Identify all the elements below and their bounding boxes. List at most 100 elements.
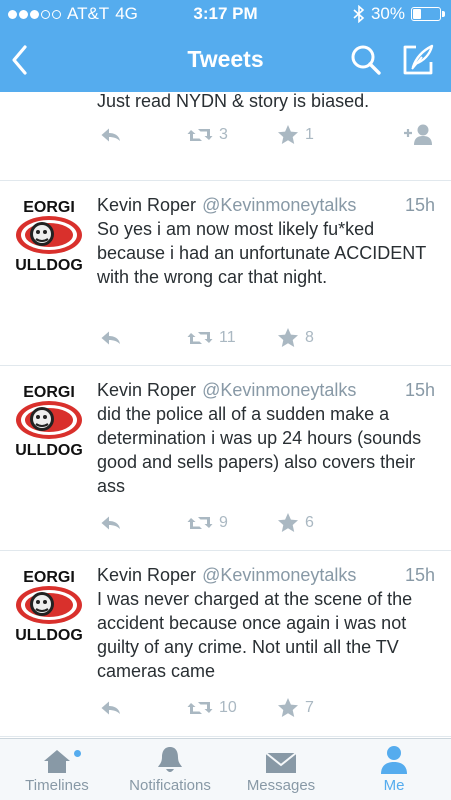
author-name[interactable]: Kevin Roper bbox=[97, 378, 196, 402]
avatar-bottom-text: ULLDOG bbox=[15, 257, 83, 273]
star-icon bbox=[278, 513, 298, 532]
tab-icon-wrap bbox=[380, 739, 408, 777]
retweet-icon bbox=[187, 332, 213, 344]
avatar[interactable]: EORGI ULLDOG bbox=[14, 382, 84, 459]
tweet-timestamp: 15h bbox=[404, 195, 435, 215]
favorite-count: 7 bbox=[305, 699, 314, 716]
retweet-button[interactable]: 9 bbox=[187, 510, 228, 536]
bulldog-logo-icon: EORGI ULLDOG bbox=[15, 199, 83, 274]
tab-me[interactable]: Me bbox=[358, 739, 430, 800]
reply-button[interactable] bbox=[100, 510, 122, 536]
bulldog-logo-icon: EORGI ULLDOG bbox=[15, 569, 83, 644]
tweet-actions: 3 1 bbox=[0, 118, 451, 154]
tweet-text: did the police all of a sudden make a de… bbox=[97, 404, 422, 496]
tab-timelines[interactable]: Timelines bbox=[12, 739, 102, 800]
battery-fill bbox=[413, 9, 421, 19]
reply-icon bbox=[101, 128, 120, 142]
reply-button[interactable] bbox=[100, 325, 122, 351]
author-name[interactable]: Kevin Roper bbox=[97, 193, 196, 217]
battery-icon bbox=[411, 7, 445, 21]
tweet-text: Just read NYDN & story is biased. bbox=[97, 92, 370, 111]
retweet-icon bbox=[187, 517, 213, 529]
star-icon bbox=[278, 125, 298, 144]
avatar[interactable]: EORGI ULLDOG bbox=[14, 197, 84, 274]
tab-label: Notifications bbox=[129, 777, 211, 794]
avatar-top-text: EORGI bbox=[23, 199, 75, 216]
follow-user-icon bbox=[404, 124, 432, 145]
status-right: 30% bbox=[353, 4, 445, 24]
author-handle[interactable]: @Kevinmoneytalks bbox=[202, 378, 356, 402]
favorite-button[interactable]: 8 bbox=[277, 325, 314, 351]
tweet-body: Kevin Roper @Kevinmoneytalks 15h did the… bbox=[97, 366, 435, 498]
tweet-body: Just read NYDN & story is biased. bbox=[97, 92, 369, 113]
tweet-feed[interactable]: Just read NYDN & story is biased. 3 1 EO… bbox=[0, 92, 451, 738]
retweet-button[interactable]: 10 bbox=[187, 695, 237, 721]
retweet-count: 11 bbox=[219, 329, 236, 346]
tweet-timestamp: 15h bbox=[404, 380, 435, 400]
tweet-item[interactable]: EORGI ULLDOG Kevin Roper @Kevinmoneytalk… bbox=[0, 181, 451, 366]
tweet-text: So yes i am now most likely fu*ked becau… bbox=[97, 219, 426, 287]
favorite-count: 8 bbox=[305, 329, 314, 346]
reply-icon bbox=[101, 331, 120, 345]
tweet-actions: 9 6 bbox=[0, 506, 451, 542]
retweet-icon bbox=[187, 129, 213, 141]
person-icon bbox=[381, 746, 407, 774]
tweet-actions: 10 7 bbox=[0, 691, 451, 727]
bluetooth-icon bbox=[353, 5, 365, 23]
reply-icon bbox=[101, 701, 120, 715]
reply-button[interactable] bbox=[100, 122, 122, 148]
author-handle[interactable]: @Kevinmoneytalks bbox=[202, 563, 356, 587]
unread-badge bbox=[74, 750, 81, 757]
tab-label: Me bbox=[383, 777, 405, 794]
tweet-body: Kevin Roper @Kevinmoneytalks 15h I was n… bbox=[97, 551, 435, 683]
tab-icon-wrap bbox=[156, 739, 184, 777]
favorite-button[interactable]: 1 bbox=[277, 122, 314, 148]
search-button[interactable] bbox=[348, 42, 384, 78]
tweet-timestamp: 15h bbox=[404, 565, 435, 585]
tweet-text: I was never charged at the scene of the … bbox=[97, 589, 413, 681]
tweet-item[interactable]: EORGI ULLDOG Kevin Roper @Kevinmoneytalk… bbox=[0, 551, 451, 737]
bell-icon bbox=[158, 747, 182, 772]
tab-label: Timelines bbox=[25, 777, 89, 794]
search-icon bbox=[351, 45, 381, 75]
tweet-item[interactable]: Just read NYDN & story is biased. 3 1 bbox=[0, 92, 451, 181]
favorite-count: 1 bbox=[305, 126, 314, 143]
retweet-count: 3 bbox=[219, 126, 228, 143]
tab-label: Messages bbox=[246, 777, 316, 794]
author-name[interactable]: Kevin Roper bbox=[97, 563, 196, 587]
tweet-body: Kevin Roper @Kevinmoneytalks 15h So yes … bbox=[97, 181, 435, 289]
tweet-actions: 11 8 bbox=[0, 321, 451, 357]
favorite-button[interactable]: 6 bbox=[277, 510, 314, 536]
battery-percent: 30% bbox=[370, 4, 405, 23]
tweet-header: Kevin Roper @Kevinmoneytalks 15h bbox=[97, 563, 435, 587]
avatar[interactable]: EORGI ULLDOG bbox=[14, 567, 84, 644]
compose-button[interactable] bbox=[400, 42, 436, 78]
tab-icon-wrap bbox=[42, 739, 72, 777]
status-bar: AT&T 4G 3:17 PM 30% bbox=[0, 0, 451, 30]
favorite-button[interactable]: 7 bbox=[277, 695, 314, 721]
tab-notifications[interactable]: Notifications bbox=[118, 739, 222, 800]
reply-button[interactable] bbox=[100, 695, 122, 721]
retweet-icon bbox=[187, 702, 213, 714]
header: AT&T 4G 3:17 PM 30% Tweets bbox=[0, 0, 451, 92]
retweet-button[interactable]: 11 bbox=[187, 325, 236, 351]
author-handle[interactable]: @Kevinmoneytalks bbox=[202, 193, 356, 217]
compose-icon bbox=[403, 44, 434, 75]
avatar-top-text: EORGI bbox=[23, 569, 75, 586]
tweet-header: Kevin Roper @Kevinmoneytalks 15h bbox=[97, 378, 435, 402]
envelope-icon bbox=[265, 752, 297, 773]
retweet-button[interactable]: 3 bbox=[187, 122, 228, 148]
home-icon bbox=[44, 750, 70, 773]
bulldog-logo-icon: EORGI ULLDOG bbox=[15, 384, 83, 459]
favorite-count: 6 bbox=[305, 514, 314, 531]
retweet-count: 10 bbox=[219, 699, 237, 716]
tweet-item[interactable]: EORGI ULLDOG Kevin Roper @Kevinmoneytalk… bbox=[0, 366, 451, 551]
tab-messages[interactable]: Messages bbox=[236, 739, 326, 800]
follow-button[interactable] bbox=[404, 122, 434, 148]
battery-tip bbox=[442, 11, 445, 17]
avatar-top-text: EORGI bbox=[23, 384, 75, 401]
star-icon bbox=[278, 698, 298, 717]
nav-bar: Tweets bbox=[0, 38, 451, 84]
star-icon bbox=[278, 328, 298, 347]
tab-icon-wrap bbox=[265, 739, 297, 777]
